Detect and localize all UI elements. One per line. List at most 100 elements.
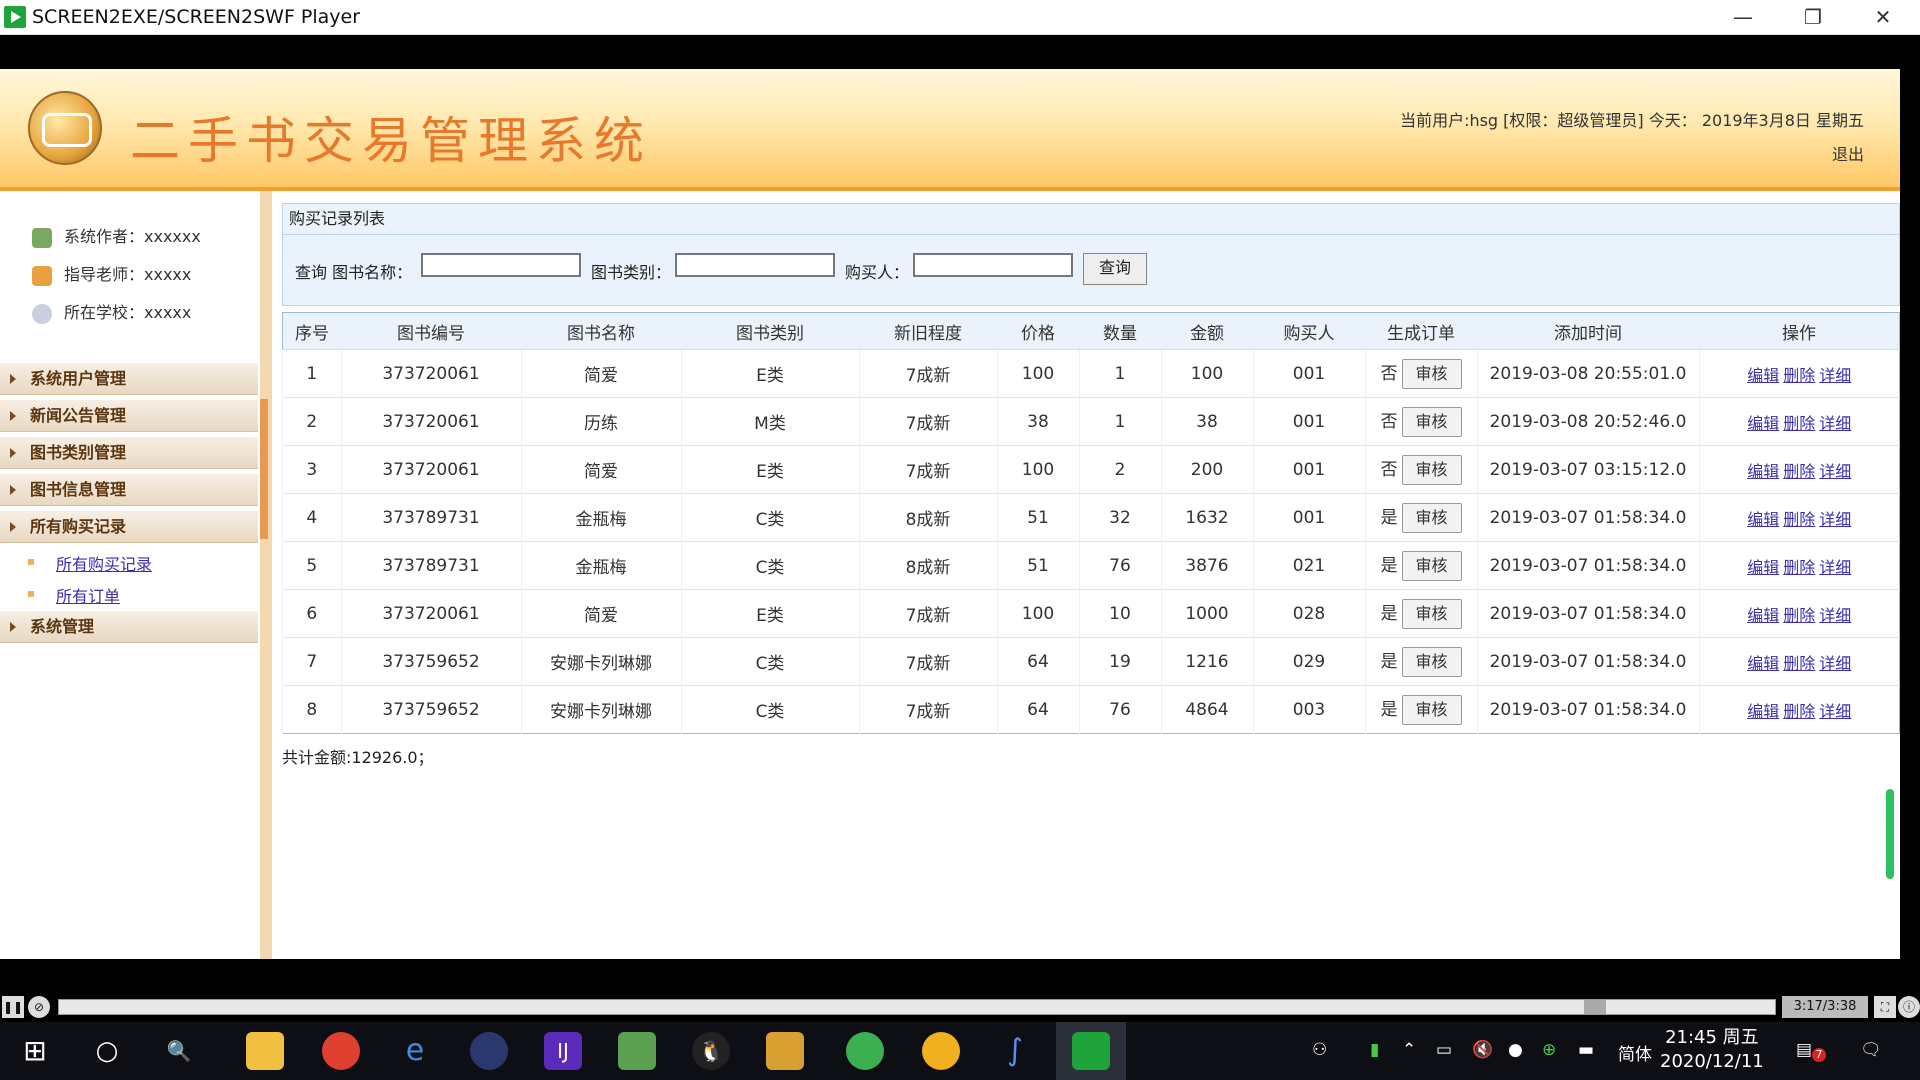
- menu-purchase-records[interactable]: 所有购买记录: [0, 511, 258, 543]
- edit-link[interactable]: 编辑: [1747, 558, 1779, 577]
- audit-button[interactable]: 审核: [1401, 502, 1462, 533]
- cell-order: 是审核: [1364, 637, 1477, 686]
- detail-link[interactable]: 详细: [1819, 558, 1851, 577]
- qq-tray-icon[interactable]: ●: [1508, 1040, 1523, 1060]
- show-hidden-icons[interactable]: ⌃: [1402, 1040, 1416, 1060]
- nutstore-icon[interactable]: [922, 1032, 960, 1070]
- battery-icon[interactable]: ▬: [1578, 1040, 1594, 1060]
- detail-link[interactable]: 详细: [1819, 462, 1851, 481]
- cell-amount: 4864: [1160, 685, 1253, 734]
- audit-button[interactable]: 审核: [1401, 646, 1462, 677]
- cell-cond: 7成新: [858, 445, 997, 494]
- audit-button[interactable]: 审核: [1401, 550, 1462, 581]
- windows-start-icon[interactable]: ⊞: [16, 1032, 54, 1070]
- menu-user-management[interactable]: 系统用户管理: [0, 363, 258, 395]
- minimize-button[interactable]: —: [1708, 0, 1778, 34]
- delete-link[interactable]: 删除: [1783, 654, 1815, 673]
- notification-count-badge: 7: [1812, 1048, 1826, 1062]
- table-row: 8 373759652 安娜卡列琳娜 C类 7成新 64 76 4864 003 是审核 2019-…: [282, 685, 1900, 734]
- scroll-indicator[interactable]: [1886, 789, 1894, 879]
- detail-link[interactable]: 详细: [1819, 654, 1851, 673]
- delete-link[interactable]: 删除: [1783, 702, 1815, 721]
- feather-icon[interactable]: ∫: [996, 1032, 1034, 1070]
- delete-link[interactable]: 删除: [1783, 510, 1815, 529]
- category-input[interactable]: [675, 253, 835, 277]
- delete-link[interactable]: 删除: [1783, 606, 1815, 625]
- eclipse-icon[interactable]: [470, 1032, 508, 1070]
- table-row: 3 373720061 简爱 E类 7成新 100 2 200 001 否审核 2019-03-07…: [282, 445, 1900, 494]
- tools-icon[interactable]: [766, 1032, 804, 1070]
- detail-link[interactable]: 详细: [1819, 414, 1851, 433]
- browser-360-icon[interactable]: [846, 1032, 884, 1070]
- audit-button[interactable]: 审核: [1401, 406, 1462, 437]
- notification-icon[interactable]: 🗨: [1860, 1040, 1882, 1060]
- action-center-icon[interactable]: ▤: [1796, 1040, 1812, 1060]
- book-name-input[interactable]: [421, 253, 581, 277]
- cortana-icon[interactable]: ○: [88, 1032, 126, 1070]
- delete-link[interactable]: 删除: [1783, 462, 1815, 481]
- sidebar-collapse-handle[interactable]: [260, 399, 268, 539]
- delete-link[interactable]: 删除: [1783, 558, 1815, 577]
- volume-muted-icon[interactable]: 🔇: [1472, 1040, 1493, 1060]
- fullscreen-icon[interactable]: ⛶: [1874, 996, 1896, 1018]
- search-icon[interactable]: 🔍: [160, 1032, 198, 1070]
- cell-cond: 7成新: [858, 397, 997, 446]
- cell-no: 3: [282, 445, 341, 494]
- window-title: SCREEN2EXE/SCREEN2SWF Player: [32, 6, 361, 28]
- edit-link[interactable]: 编辑: [1747, 702, 1779, 721]
- audit-button[interactable]: 审核: [1401, 454, 1462, 485]
- chrome-icon[interactable]: [322, 1032, 360, 1070]
- audit-button[interactable]: 审核: [1401, 694, 1462, 725]
- edit-link[interactable]: 编辑: [1747, 654, 1779, 673]
- notepad-icon[interactable]: [618, 1032, 656, 1070]
- submenu-all-orders[interactable]: 所有订单: [27, 583, 120, 607]
- edit-link[interactable]: 编辑: [1747, 510, 1779, 529]
- playback-progress-track[interactable]: [58, 999, 1776, 1015]
- delete-link[interactable]: 删除: [1783, 366, 1815, 385]
- detail-link[interactable]: 详细: [1819, 702, 1851, 721]
- author-info: 系统作者：xxxxxx: [32, 224, 201, 250]
- ime-indicator[interactable]: 简体: [1618, 1040, 1652, 1065]
- add-tray-icon[interactable]: ⊕: [1542, 1040, 1556, 1060]
- playback-progress-thumb[interactable]: [1584, 1000, 1606, 1014]
- pause-icon[interactable]: ❚❚: [2, 996, 24, 1018]
- school-icon: [32, 303, 52, 324]
- edit-link[interactable]: 编辑: [1747, 462, 1779, 481]
- submenu-all-purchase-records[interactable]: 所有购买记录: [27, 551, 152, 575]
- edit-link[interactable]: 编辑: [1747, 366, 1779, 385]
- info-icon[interactable]: ⓘ: [1898, 996, 1920, 1018]
- stop-icon[interactable]: ⊘: [28, 996, 50, 1018]
- restore-button[interactable]: ❐: [1778, 0, 1848, 34]
- cell-operations: 编辑 删除 详细: [1698, 589, 1900, 638]
- system-clock[interactable]: 21:45 周五 2020/12/11: [1660, 1026, 1764, 1074]
- edge-icon[interactable]: e: [396, 1032, 434, 1070]
- audit-button[interactable]: 审核: [1401, 598, 1462, 629]
- total-amount: 共计金额:12926.0；: [282, 748, 434, 767]
- menu-system-management[interactable]: 系统管理: [0, 611, 258, 643]
- intellij-icon[interactable]: IJ: [544, 1032, 582, 1070]
- battery-charge-icon[interactable]: ▮: [1370, 1040, 1379, 1060]
- edit-link[interactable]: 编辑: [1747, 606, 1779, 625]
- menu-news-management[interactable]: 新闻公告管理: [0, 400, 258, 432]
- file-explorer-icon[interactable]: [246, 1032, 284, 1070]
- audit-button[interactable]: 审核: [1401, 358, 1462, 389]
- delete-link[interactable]: 删除: [1783, 414, 1815, 433]
- qq-icon[interactable]: 🐧: [692, 1032, 730, 1070]
- cell-order: 否审核: [1364, 349, 1477, 398]
- people-icon[interactable]: ⚇: [1312, 1040, 1327, 1060]
- query-button[interactable]: 查询: [1083, 253, 1147, 285]
- buyer-input[interactable]: [913, 253, 1073, 277]
- table-header-row: 序号 图书编号 图书名称 图书类别 新旧程度 价格 数量 金额 购买人 生成订单…: [282, 312, 1900, 350]
- close-button[interactable]: ✕: [1848, 0, 1918, 34]
- logout-link[interactable]: 退出: [1832, 141, 1864, 165]
- order-status: 否: [1380, 363, 1398, 384]
- display-icon[interactable]: ▭: [1436, 1040, 1452, 1060]
- player-taskbar-icon[interactable]: [1072, 1032, 1110, 1070]
- detail-link[interactable]: 详细: [1819, 510, 1851, 529]
- detail-link[interactable]: 详细: [1819, 606, 1851, 625]
- detail-link[interactable]: 详细: [1819, 366, 1851, 385]
- edit-link[interactable]: 编辑: [1747, 414, 1779, 433]
- menu-book-info-management[interactable]: 图书信息管理: [0, 474, 258, 506]
- cell-name: 简爱: [520, 445, 681, 494]
- menu-book-category-management[interactable]: 图书类别管理: [0, 437, 258, 469]
